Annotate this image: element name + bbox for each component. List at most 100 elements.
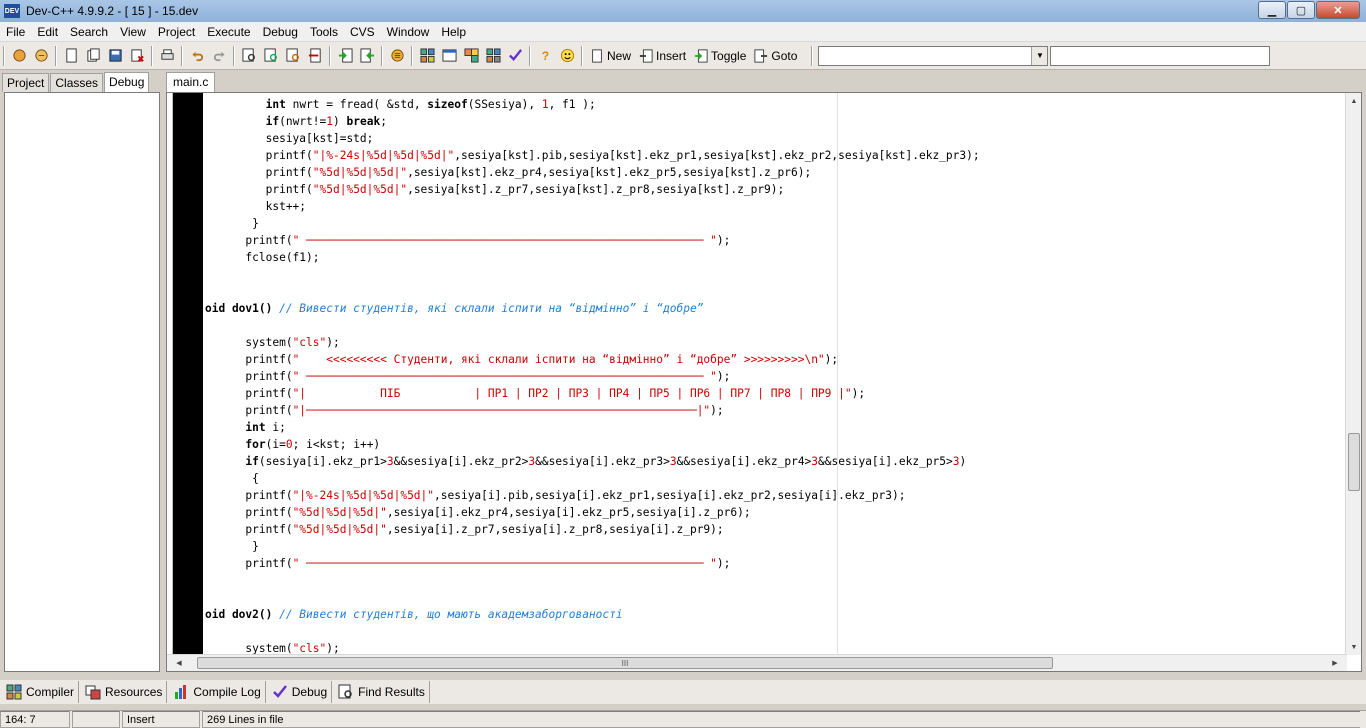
code-line[interactable]: printf(" ───────────────────────────────… xyxy=(205,555,980,572)
menu-cvs[interactable]: CVS xyxy=(344,25,381,39)
code-line[interactable]: kst++; xyxy=(205,198,980,215)
find-next-button[interactable] xyxy=(282,45,304,67)
close-file-button[interactable] xyxy=(126,45,148,67)
compile-run-button[interactable] xyxy=(460,45,482,67)
redo-button[interactable] xyxy=(208,45,230,67)
menu-tools[interactable]: Tools xyxy=(304,25,344,39)
check-syntax-button[interactable] xyxy=(504,45,526,67)
insert-button[interactable]: Insert xyxy=(635,45,690,67)
remove-from-project-button[interactable] xyxy=(356,45,378,67)
scroll-up-icon[interactable]: ▲ xyxy=(1346,93,1361,109)
close-button[interactable]: ✕ xyxy=(1316,1,1360,19)
code-line[interactable]: system("cls"); xyxy=(205,334,980,351)
class-combo-dropdown-icon[interactable]: ▼ xyxy=(1031,46,1048,65)
minimize-button[interactable]: ▁ xyxy=(1258,1,1286,19)
run-button[interactable] xyxy=(438,45,460,67)
code-line[interactable]: printf(" <<<<<<<<< Студенти, які склали … xyxy=(205,351,980,368)
toolbar-separator xyxy=(233,45,235,66)
horizontal-scrollbar[interactable]: ◀ III ▶ xyxy=(167,654,1347,671)
code-line[interactable] xyxy=(205,623,980,640)
menu-file[interactable]: File xyxy=(0,25,31,39)
print-button[interactable] xyxy=(156,45,178,67)
code-token: (SSesiya), xyxy=(467,98,542,111)
member-combo[interactable] xyxy=(1050,45,1271,66)
save-button[interactable] xyxy=(104,45,126,67)
code-line[interactable]: int i; xyxy=(205,419,980,436)
open-project-button[interactable] xyxy=(8,45,30,67)
code-line[interactable]: printf("%5d|%5d|%5d|",sesiya[kst].ekz_pr… xyxy=(205,164,980,181)
code-line[interactable]: printf("|───────────────────────────────… xyxy=(205,402,980,419)
menu-search[interactable]: Search xyxy=(64,25,114,39)
code-line[interactable]: } xyxy=(205,538,980,555)
about-button[interactable] xyxy=(556,45,578,67)
new-file-button[interactable] xyxy=(60,45,82,67)
debug-panel[interactable] xyxy=(4,92,160,672)
code-line[interactable]: if(nwrt!=1) break; xyxy=(205,113,980,130)
vertical-scrollbar[interactable]: ▲ ▼ xyxy=(1345,93,1361,655)
tab-compile-log[interactable]: Compile Log xyxy=(167,681,266,703)
code-line[interactable] xyxy=(205,572,980,589)
scroll-right-icon[interactable]: ▶ xyxy=(1327,655,1343,671)
tab-debug[interactable]: Debug xyxy=(104,72,150,92)
code-line[interactable]: { xyxy=(205,470,980,487)
find-button[interactable] xyxy=(238,45,260,67)
menu-project[interactable]: Project xyxy=(152,25,201,39)
tab-classes[interactable]: Classes xyxy=(50,73,104,92)
help-button[interactable]: ? xyxy=(534,45,556,67)
code-line[interactable] xyxy=(205,266,980,283)
maximize-button[interactable]: ▢ xyxy=(1287,1,1315,19)
code-line[interactable] xyxy=(205,589,980,606)
code-line[interactable]: printf("%5d|%5d|%5d|",sesiya[i].z_pr7,se… xyxy=(205,521,980,538)
tab-resources[interactable]: Resources xyxy=(79,681,168,703)
add-to-project-button[interactable] xyxy=(334,45,356,67)
undo-button[interactable] xyxy=(186,45,208,67)
project-options-button[interactable] xyxy=(386,45,408,67)
code-line[interactable]: sesiya[kst]=std; xyxy=(205,130,980,147)
menu-view[interactable]: View xyxy=(114,25,152,39)
code-line[interactable]: } xyxy=(205,215,980,232)
code-line[interactable] xyxy=(205,283,980,300)
menu-window[interactable]: Window xyxy=(381,25,436,39)
compile-button[interactable] xyxy=(416,45,438,67)
menu-edit[interactable]: Edit xyxy=(31,25,64,39)
code-text[interactable]: int nwrt = fread( &std, sizeof(SSesiya),… xyxy=(205,96,980,657)
code-line[interactable]: if(sesiya[i].ekz_pr1>3&&sesiya[i].ekz_pr… xyxy=(205,453,980,470)
menu-debug[interactable]: Debug xyxy=(257,25,304,39)
compile-run-icon xyxy=(463,48,479,63)
code-line[interactable]: printf("|%-24s|%5d|%5d|%5d|",sesiya[kst]… xyxy=(205,147,980,164)
code-line[interactable] xyxy=(205,317,980,334)
menu-help[interactable]: Help xyxy=(435,25,472,39)
code-editor[interactable]: int nwrt = fread( &std, sizeof(SSesiya),… xyxy=(166,92,1362,672)
tab-find-results[interactable]: Find Results xyxy=(332,681,430,703)
code-line[interactable]: printf("%5d|%5d|%5d|",sesiya[kst].z_pr7,… xyxy=(205,181,980,198)
code-line[interactable]: oid dov1() // Вивести студентів, які скл… xyxy=(205,300,980,317)
vertical-scroll-thumb[interactable] xyxy=(1348,433,1360,491)
toggle-button[interactable]: Toggle xyxy=(690,45,750,67)
scroll-down-icon[interactable]: ▼ xyxy=(1346,639,1361,655)
rebuild-button[interactable] xyxy=(482,45,504,67)
tab-debug-output[interactable]: Debug xyxy=(266,681,333,703)
menu-execute[interactable]: Execute xyxy=(201,25,256,39)
code-line[interactable]: printf(" ───────────────────────────────… xyxy=(205,232,980,249)
goto-button[interactable]: Goto xyxy=(750,45,801,67)
code-line[interactable]: fclose(f1); xyxy=(205,249,980,266)
code-line[interactable]: printf(" ───────────────────────────────… xyxy=(205,368,980,385)
scroll-left-icon[interactable]: ◀ xyxy=(171,655,187,671)
goto-line-button[interactable] xyxy=(304,45,326,67)
replace-button[interactable] xyxy=(260,45,282,67)
class-combo[interactable]: ▼ xyxy=(818,45,1049,66)
code-line[interactable]: printf("| ПІБ | ПР1 | ПР2 | ПР3 | ПР4 | … xyxy=(205,385,980,402)
reopen-button[interactable] xyxy=(30,45,52,67)
code-line[interactable]: oid dov2() // Вивести студентів, що мают… xyxy=(205,606,980,623)
breakpoint-margin[interactable] xyxy=(173,93,203,655)
tab-compiler[interactable]: Compiler xyxy=(0,681,80,703)
code-line[interactable]: int nwrt = fread( &std, sizeof(SSesiya),… xyxy=(205,96,980,113)
code-line[interactable]: for(i=0; i<kst; i++) xyxy=(205,436,980,453)
code-line[interactable]: printf("|%-24s|%5d|%5d|%5d|",sesiya[i].p… xyxy=(205,487,980,504)
tab-main-c[interactable]: main.c xyxy=(166,72,216,92)
code-line[interactable]: printf("%5d|%5d|%5d|",sesiya[i].ekz_pr4,… xyxy=(205,504,980,521)
new-button[interactable]: New xyxy=(586,45,635,67)
open-file-button[interactable] xyxy=(82,45,104,67)
horizontal-scroll-thumb[interactable]: III xyxy=(197,657,1053,669)
tab-project[interactable]: Project xyxy=(2,73,50,92)
